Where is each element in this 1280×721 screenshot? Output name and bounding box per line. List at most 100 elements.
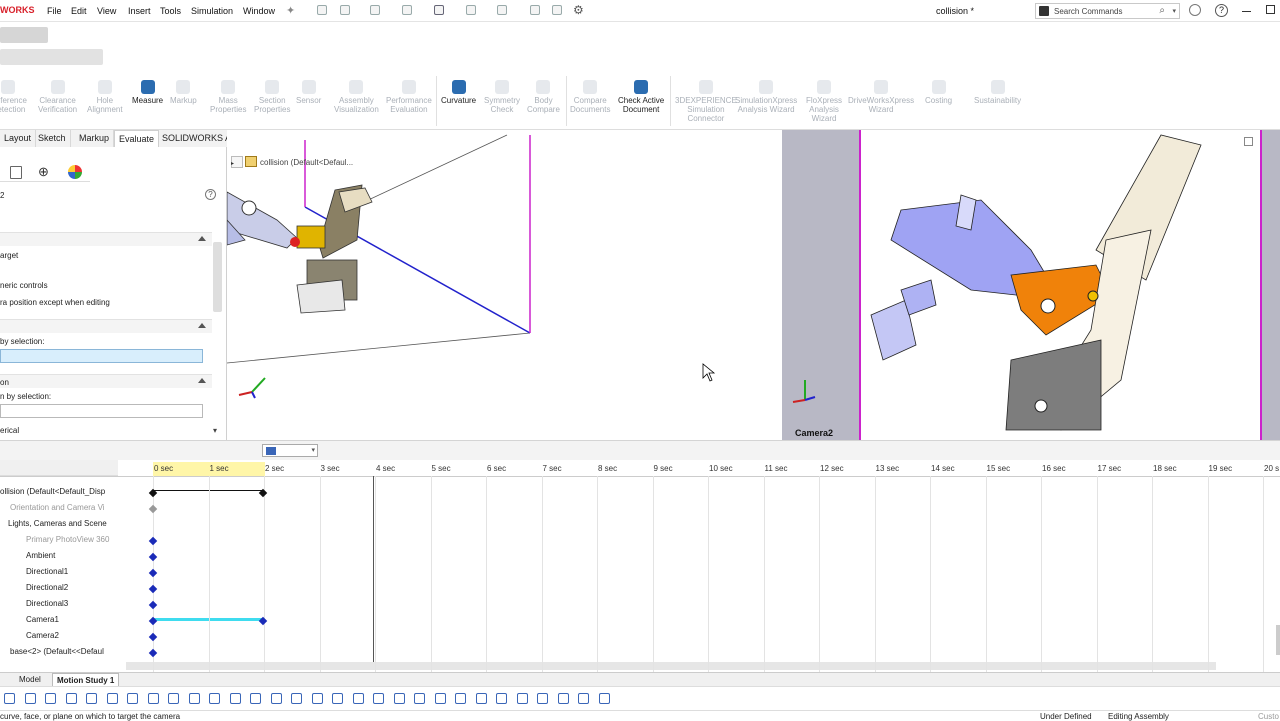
- open-icon[interactable]: [370, 5, 380, 15]
- timeline-tree-item[interactable]: Directional3: [26, 599, 68, 608]
- appearance-icon[interactable]: [68, 165, 82, 179]
- playback-speed-dropdown[interactable]: ▾: [262, 444, 318, 457]
- model-tab[interactable]: Model: [19, 675, 41, 684]
- view-tool-icon[interactable]: [332, 693, 343, 704]
- section-header[interactable]: on: [0, 374, 212, 388]
- crosshair-icon[interactable]: ⊕: [38, 165, 49, 179]
- ribbon-button[interactable]: Assembly Visualization: [334, 80, 379, 114]
- timeline-tree-item[interactable]: Directional1: [26, 567, 68, 576]
- graphics-viewport-camera1[interactable]: ▸ collision (Default<Defaul...: [227, 130, 782, 440]
- ribbon-button[interactable]: 3DEXPERIENCE Simulation Connector: [675, 80, 737, 123]
- view-tool-icon[interactable]: [578, 693, 589, 704]
- view-tool-icon[interactable]: [455, 693, 466, 704]
- keyframe-marker[interactable]: [148, 648, 158, 658]
- menu-view[interactable]: View: [97, 6, 116, 16]
- view-tool-icon[interactable]: [4, 693, 15, 704]
- view-tool-icon[interactable]: [65, 693, 77, 704]
- chevron-down-icon[interactable]: ▾: [1172, 7, 1176, 15]
- view-tool-icon[interactable]: [270, 693, 282, 704]
- ribbon-button[interactable]: Section Properties: [254, 80, 290, 114]
- selection-filter[interactable]: [0, 27, 48, 43]
- save-icon[interactable]: [402, 5, 412, 15]
- undo-icon[interactable]: [466, 5, 476, 15]
- view-tool-icon[interactable]: [496, 693, 507, 704]
- view-tool-icon[interactable]: [147, 693, 159, 704]
- menu-file[interactable]: File: [47, 6, 62, 16]
- help-icon[interactable]: ?: [205, 189, 216, 200]
- ribbon-button[interactable]: Body Compare: [527, 80, 560, 114]
- view-tool-icon[interactable]: [86, 693, 97, 704]
- horizontal-scrollbar[interactable]: [126, 662, 1216, 670]
- section-header[interactable]: [0, 232, 212, 246]
- ribbon-button[interactable]: Mass Properties: [210, 80, 246, 114]
- position-selection-box[interactable]: [0, 404, 203, 418]
- help-icon[interactable]: ?: [1215, 4, 1228, 17]
- numeric-controls-option[interactable]: neric controls: [0, 281, 48, 290]
- ribbon-button[interactable]: Check Active Document: [618, 80, 664, 114]
- time-bar[interactable]: [373, 476, 374, 662]
- keyframe-marker[interactable]: [258, 616, 268, 626]
- chevron-down-icon[interactable]: ▾: [213, 426, 217, 435]
- keyframe-marker[interactable]: [148, 600, 158, 610]
- timeline-tree-item[interactable]: Camera1: [26, 615, 59, 624]
- minimize-icon[interactable]: [1242, 11, 1251, 12]
- timeline-tree-item[interactable]: Ambient: [26, 551, 55, 560]
- search-icon[interactable]: ⌕: [1159, 5, 1165, 16]
- menu-insert[interactable]: Insert: [128, 6, 151, 16]
- target-selection-box[interactable]: [0, 349, 203, 363]
- search-commands[interactable]: Search Commands ⌕ ▾: [1035, 3, 1180, 19]
- tab-sketch[interactable]: Sketch: [34, 130, 71, 147]
- view-tool-icon[interactable]: [106, 693, 118, 704]
- ribbon-button[interactable]: Curvature: [441, 80, 476, 105]
- property-tab-icon[interactable]: [10, 166, 22, 179]
- view-tool-icon[interactable]: [188, 693, 200, 704]
- view-tool-icon[interactable]: [557, 693, 569, 704]
- target-option[interactable]: arget: [0, 251, 18, 260]
- home-icon[interactable]: [317, 5, 327, 15]
- keyframe-marker[interactable]: [148, 552, 158, 562]
- tab-layout[interactable]: Layout: [0, 130, 37, 147]
- ribbon-button[interactable]: SimulationXpress Analysis Wizard: [735, 80, 797, 114]
- tab-evaluate[interactable]: Evaluate: [114, 130, 160, 147]
- keyframe-marker[interactable]: [148, 568, 158, 578]
- ribbon-button[interactable]: Compare Documents: [570, 80, 610, 114]
- view-tool-icon[interactable]: [475, 693, 487, 704]
- camera-position-option[interactable]: ra position except when editing: [0, 298, 110, 307]
- print-icon[interactable]: [434, 5, 444, 15]
- view-tool-icon[interactable]: [127, 693, 138, 704]
- ribbon-button[interactable]: Performance Evaluation: [386, 80, 432, 114]
- section-header[interactable]: [0, 319, 212, 333]
- maximize-icon[interactable]: [1244, 137, 1253, 146]
- ribbon-button[interactable]: DriveWorksXpress Wizard: [848, 80, 914, 114]
- menu-simulation[interactable]: Simulation: [191, 6, 233, 16]
- view-tool-icon[interactable]: [45, 693, 56, 704]
- motion-study-tab[interactable]: Motion Study 1: [52, 673, 120, 687]
- ribbon-button[interactable]: Clearance Verification: [38, 80, 77, 114]
- menu-edit[interactable]: Edit: [71, 6, 87, 16]
- menu-tools[interactable]: Tools: [160, 6, 181, 16]
- timeline-tree-item[interactable]: Camera2: [26, 631, 59, 640]
- configuration-dropdown[interactable]: [0, 49, 103, 65]
- file-properties-icon[interactable]: [552, 5, 562, 15]
- view-tool-icon[interactable]: [291, 693, 302, 704]
- select-icon[interactable]: [497, 5, 507, 15]
- ribbon-button[interactable]: Symmetry Check: [484, 80, 520, 114]
- ribbon-button[interactable]: Markup: [170, 80, 197, 105]
- keyframe-marker[interactable]: [148, 536, 158, 546]
- view-tool-icon[interactable]: [393, 693, 405, 704]
- timeline-tree-item[interactable]: ollision (Default<Default_Disp: [0, 487, 105, 496]
- view-tool-icon[interactable]: [537, 693, 548, 704]
- keyframe-marker[interactable]: [148, 504, 158, 514]
- view-tool-icon[interactable]: [168, 693, 179, 704]
- expand-arrow-icon[interactable]: ▸: [231, 160, 234, 167]
- timeline-tree-item[interactable]: Lights, Cameras and Scene: [8, 519, 107, 528]
- ribbon-button[interactable]: FloXpress Analysis Wizard: [806, 80, 842, 123]
- ribbon-button[interactable]: Sensor: [296, 80, 321, 105]
- new-document-icon[interactable]: [340, 5, 350, 15]
- user-icon[interactable]: [1189, 4, 1201, 16]
- maximize-icon[interactable]: [1266, 5, 1275, 14]
- view-tool-icon[interactable]: [373, 693, 384, 704]
- pin-icon[interactable]: ✦: [286, 4, 295, 17]
- view-tool-icon[interactable]: [352, 693, 364, 704]
- view-tool-icon[interactable]: [414, 693, 425, 704]
